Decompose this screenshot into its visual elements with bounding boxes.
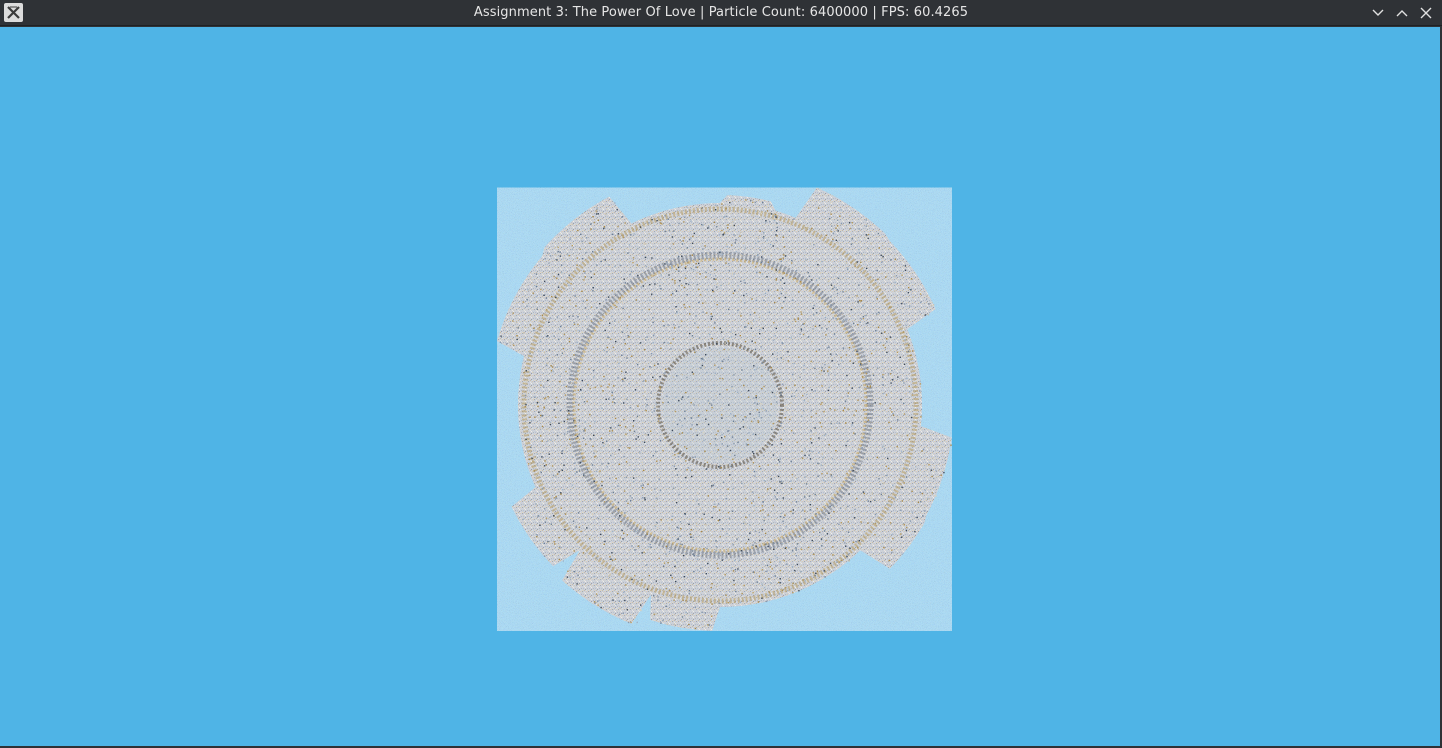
close-icon[interactable]	[1416, 3, 1436, 23]
application-window: Assignment 3: The Power Of Love | Partic…	[0, 0, 1442, 748]
title-bar[interactable]: Assignment 3: The Power Of Love | Partic…	[0, 0, 1442, 26]
minimize-icon[interactable]	[1368, 3, 1388, 23]
particle-scene	[0, 27, 1440, 746]
maximize-icon[interactable]	[1392, 3, 1412, 23]
gear-hub	[662, 347, 778, 463]
x-window-icon[interactable]	[4, 3, 23, 22]
window-controls	[1368, 0, 1436, 26]
render-viewport[interactable]	[0, 27, 1440, 746]
window-title: Assignment 3: The Power Of Love | Partic…	[473, 5, 969, 20]
